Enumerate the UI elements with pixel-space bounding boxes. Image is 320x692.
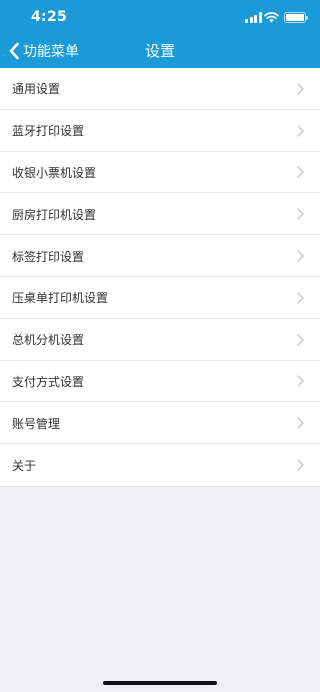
status-bar: 4:25 <box>0 0 320 34</box>
menu-item-label: 收银小票机设置 <box>12 165 97 180</box>
menu-item-label: 厨房打印机设置 <box>12 207 97 222</box>
menu-item-about[interactable]: 关于 <box>0 444 320 486</box>
chevron-right-icon <box>297 166 304 179</box>
signal-icon <box>245 12 262 23</box>
menu-item-receipt-printer[interactable]: 收银小票机设置 <box>0 151 320 194</box>
menu-item-general[interactable]: 通用设置 <box>0 68 320 110</box>
menu-item-label: 标签打印设置 <box>12 249 85 264</box>
menu-item-host-branch[interactable]: 总机分机设置 <box>0 318 320 361</box>
back-button[interactable]: 功能菜单 <box>8 34 79 68</box>
chevron-right-icon <box>297 83 304 95</box>
menu-item-label: 压桌单打印机设置 <box>12 291 109 306</box>
header: 4:25 功能菜单 设置 <box>0 0 320 68</box>
battery-icon <box>284 12 308 23</box>
chevron-left-icon <box>9 42 19 60</box>
menu-item-label: 支付方式设置 <box>12 374 85 389</box>
chevron-right-icon <box>297 208 304 220</box>
menu-item-label-print[interactable]: 标签打印设置 <box>0 235 320 277</box>
menu-item-bluetooth-print[interactable]: 蓝牙打印设置 <box>0 109 320 152</box>
nav-bar: 功能菜单 设置 <box>0 34 320 68</box>
menu-item-label: 蓝牙打印设置 <box>12 124 85 139</box>
chevron-right-icon <box>297 333 304 346</box>
menu-item-label: 关于 <box>12 458 37 473</box>
chevron-right-icon <box>297 375 304 388</box>
back-label: 功能菜单 <box>23 44 79 60</box>
settings-screen: 4:25 功能菜单 设置 通用设置 蓝牙打印设置 收银小票机设置 厨房打印机设置… <box>0 0 320 692</box>
chevron-right-icon <box>297 459 304 471</box>
wifi-icon <box>264 12 279 23</box>
home-indicator[interactable] <box>103 681 217 685</box>
chevron-right-icon <box>297 417 304 429</box>
menu-item-label: 通用设置 <box>12 82 61 97</box>
menu-item-label: 总机分机设置 <box>12 333 85 348</box>
chevron-right-icon <box>297 292 304 304</box>
menu-item-table-printer[interactable]: 压桌单打印机设置 <box>0 276 320 319</box>
menu-item-payment-methods[interactable]: 支付方式设置 <box>0 360 320 403</box>
menu-item-account[interactable]: 账号管理 <box>0 402 320 445</box>
menu-item-label: 账号管理 <box>12 416 61 431</box>
status-time: 4:25 <box>31 9 68 25</box>
menu-item-kitchen-printer[interactable]: 厨房打印机设置 <box>0 193 320 236</box>
chevron-right-icon <box>297 250 304 262</box>
settings-list: 通用设置 蓝牙打印设置 收银小票机设置 厨房打印机设置 标签打印设置 压桌单打印… <box>0 68 320 487</box>
chevron-right-icon <box>297 124 304 137</box>
